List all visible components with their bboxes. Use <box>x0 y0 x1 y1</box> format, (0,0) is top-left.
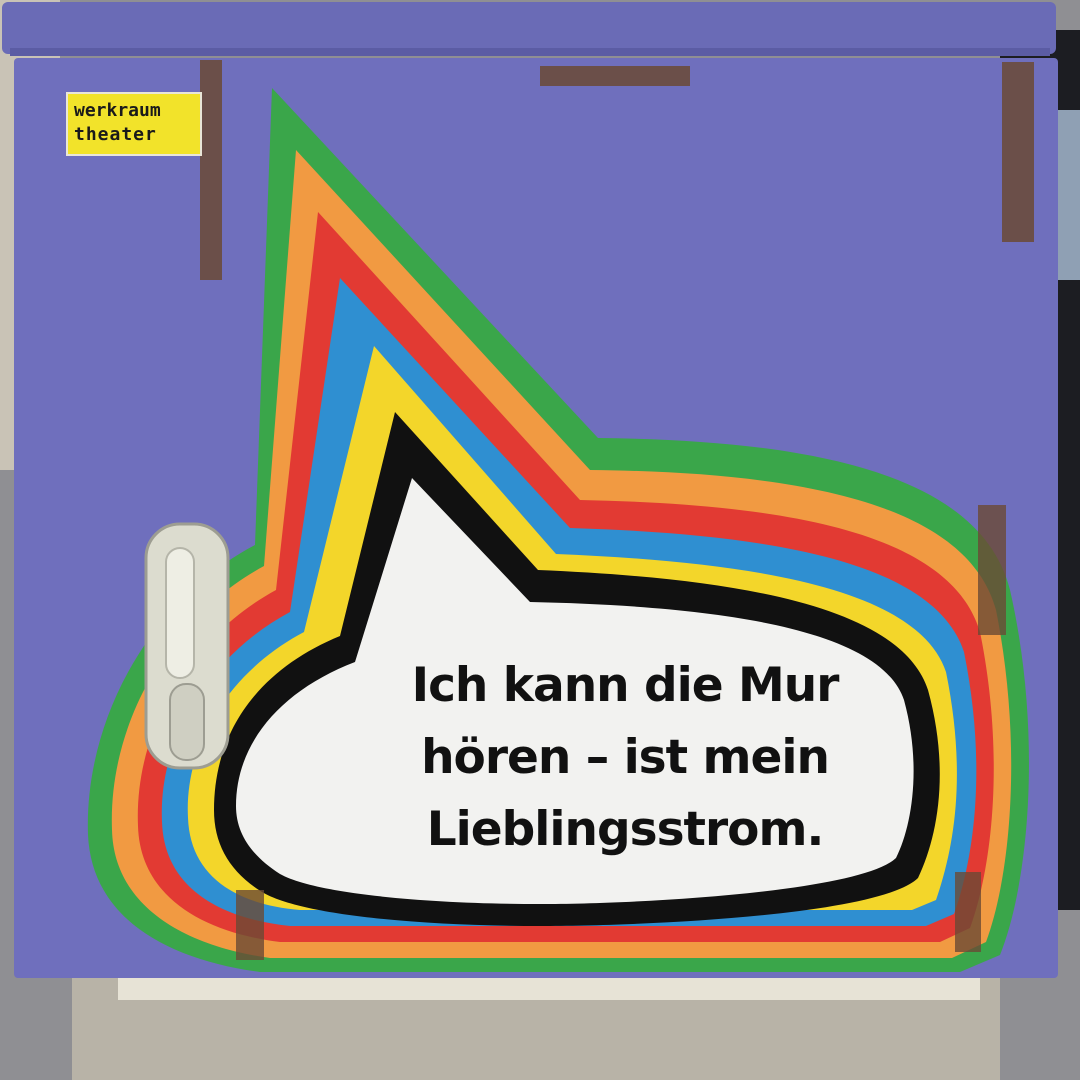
tape-remnant <box>1002 62 1034 242</box>
speech-bubble-text: Ich kann die Mur hören – ist mein Liebli… <box>300 650 950 866</box>
tape-remnant <box>978 505 1006 635</box>
door-handle-slot <box>165 547 195 679</box>
sticker-line-2: theater <box>74 124 157 145</box>
box-lid-shadow <box>10 48 1050 56</box>
speech-line-1: Ich kann die Mur <box>411 658 840 713</box>
utility-box-scene <box>0 0 1080 1080</box>
sticker-line-1: werkraum <box>74 100 161 121</box>
tape-remnant <box>236 890 264 960</box>
speech-line-3: Lieblingsstrom. <box>426 802 825 857</box>
tape-remnant <box>540 66 690 86</box>
werkraum-theater-sticker: werkraum theater <box>68 94 200 154</box>
speech-line-2: hören – ist mein <box>421 730 830 785</box>
tape-remnant <box>955 872 981 952</box>
box-lid <box>2 2 1056 54</box>
tape-remnant <box>200 60 222 280</box>
door-handle-lever <box>169 683 205 761</box>
